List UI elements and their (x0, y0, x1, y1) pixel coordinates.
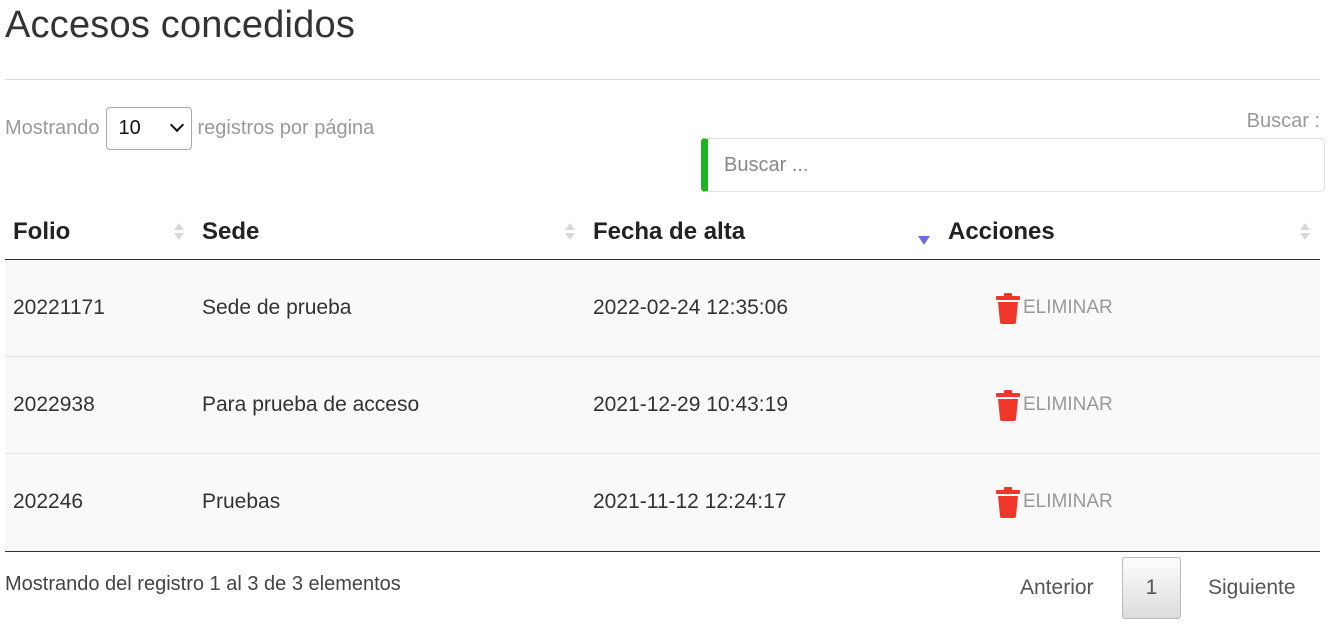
pagination-page-1[interactable]: 1 (1122, 557, 1181, 619)
cell-folio: 20221171 (13, 296, 105, 319)
pagination-next-button[interactable]: Siguiente (1208, 557, 1296, 619)
table-row: 20221171 Sede de prueba 2022-02-24 12:35… (5, 260, 1320, 357)
cell-folio: 2022938 (13, 393, 95, 416)
delete-label: ELIMINAR (1023, 491, 1113, 512)
page-length-control: Mostrando 10 registros por página (5, 106, 374, 150)
page-length-select[interactable]: 10 (105, 106, 192, 150)
chevron-down-icon (169, 117, 184, 133)
trash-icon (996, 293, 1020, 324)
trash-icon (996, 487, 1020, 518)
table-body: 20221171 Sede de prueba 2022-02-24 12:35… (5, 260, 1320, 552)
delete-button[interactable]: ELIMINAR (995, 260, 1113, 356)
pagination-previous-button[interactable]: Anterior (1020, 557, 1094, 619)
cell-sede: Sede de prueba (202, 296, 352, 319)
cell-fecha: 2021-11-12 12:24:17 (593, 490, 787, 513)
column-header-sede[interactable]: Sede (202, 205, 259, 259)
cell-fecha: 2022-02-24 12:35:06 (593, 296, 788, 319)
search-label: Buscar : (1246, 110, 1320, 132)
search-input[interactable]: Buscar ... (701, 138, 1325, 192)
sort-desc-icon[interactable] (918, 236, 930, 245)
cell-sede: Pruebas (202, 490, 281, 513)
delete-label: ELIMINAR (1023, 297, 1113, 318)
cell-sede: Para prueba de acceso (202, 393, 420, 416)
page-title: Accesos concedidos (5, 4, 356, 46)
cell-fecha: 2021-12-29 10:43:19 (593, 393, 788, 416)
column-header-folio[interactable]: Folio (13, 205, 70, 259)
sort-icon[interactable] (173, 221, 185, 243)
trash-icon (996, 390, 1020, 421)
title-divider (5, 79, 1320, 80)
length-suffix-label: registros por página (197, 116, 375, 139)
table-header: Folio Sede Fecha de alta Acciones (5, 205, 1320, 260)
page-length-value: 10 (118, 116, 141, 139)
search-placeholder: Buscar ... (724, 153, 809, 176)
table-info: Mostrando del registro 1 al 3 de 3 eleme… (5, 573, 401, 595)
length-prefix-label: Mostrando (5, 116, 100, 139)
sort-icon[interactable] (1299, 221, 1311, 243)
table-row: 202246 Pruebas 2021-11-12 12:24:17 ELIMI… (5, 454, 1320, 552)
column-header-acciones[interactable]: Acciones (948, 205, 1055, 259)
column-header-fecha[interactable]: Fecha de alta (593, 205, 745, 259)
delete-label: ELIMINAR (1023, 394, 1113, 415)
sort-icon[interactable] (564, 221, 576, 243)
cell-folio: 202246 (13, 490, 84, 513)
delete-button[interactable]: ELIMINAR (995, 357, 1113, 453)
delete-button[interactable]: ELIMINAR (995, 454, 1113, 550)
table-row: 2022938 Para prueba de acceso 2021-12-29… (5, 357, 1320, 454)
